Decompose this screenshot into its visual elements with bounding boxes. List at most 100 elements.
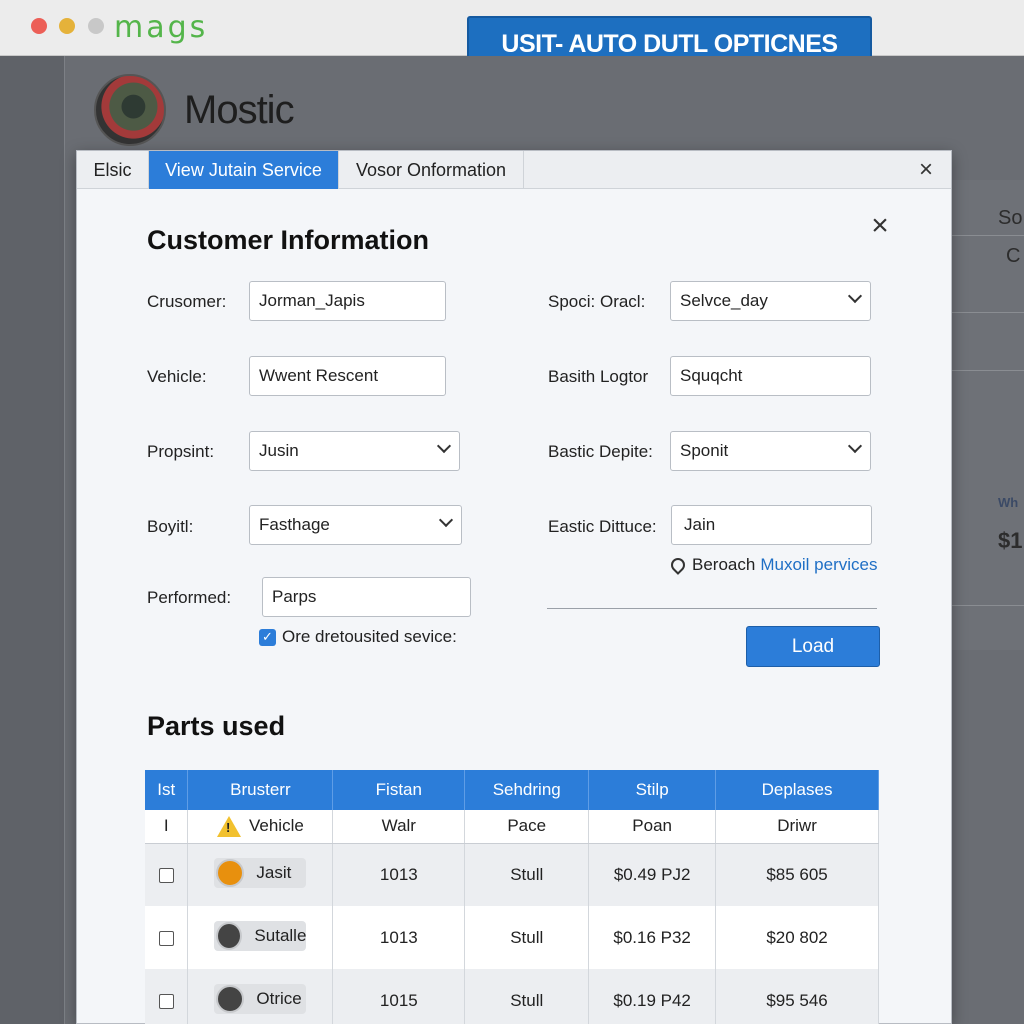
subheader-cell: Driwr [715, 810, 879, 844]
profile-name: Mostic [184, 88, 295, 132]
column-header[interactable]: Ist [145, 770, 189, 810]
status-pill: Jasit [214, 857, 307, 888]
chevron-down-icon [847, 288, 863, 304]
service-dialog: Elsic View Jutain Service Vosor Onformat… [76, 150, 952, 1024]
column-header[interactable]: Stilp [588, 770, 717, 810]
window-zoom-dot[interactable] [88, 18, 104, 34]
avatar [94, 74, 166, 146]
performed-field[interactable]: Parps [262, 577, 471, 617]
warning-icon [217, 815, 241, 837]
dialog-tab-bar: Elsic View Jutain Service Vosor Onformat… [77, 151, 951, 189]
services-link[interactable]: Muxoil pervices [760, 555, 877, 575]
table-cell: Stull [464, 906, 590, 969]
table-cell: $20 802 [715, 906, 879, 969]
customer-value: Jorman_Japis [259, 291, 365, 310]
row-checkbox-cell [145, 843, 189, 906]
background-divider [952, 370, 1024, 371]
tab-view-service[interactable]: View Jutain Service [149, 151, 339, 189]
bastic-depite-value: Sponit [680, 441, 729, 460]
eastic-dittuce-label: Eastic Dittuce: [548, 517, 657, 536]
subheader-cell: Poan [588, 810, 717, 844]
name-cell: Sutalle [187, 906, 334, 969]
status-pill: Sutalle [214, 920, 307, 951]
background-col-heading: So [998, 207, 1023, 229]
divider [547, 608, 877, 609]
table-subheader-row: I Vehicle Walr Pace Poan Driwr [145, 810, 879, 844]
tab-vosor-information[interactable]: Vosor Onformation [339, 151, 524, 189]
status-dot-icon [216, 858, 245, 887]
table-cell: 1015 [332, 969, 466, 1024]
performed-label: Performed: [147, 588, 232, 607]
bastic-depite-select[interactable]: Sponit [670, 431, 871, 471]
table-cell: $0.19 P42 [588, 969, 717, 1024]
section-close-icon[interactable]: × [867, 209, 893, 242]
background-divider [952, 312, 1024, 313]
table-header-row: Ist Brusterr Fistan Sehdring Stilp Depla… [145, 770, 879, 810]
vehicle-field[interactable]: Wwent Rescent [249, 356, 446, 396]
table-cell: 1013 [332, 843, 466, 906]
propsint-value: Jusin [259, 441, 299, 460]
name-cell: Jasit [187, 843, 334, 906]
subheader-cell: Walr [332, 810, 466, 844]
load-button[interactable]: Load [746, 626, 880, 667]
table-row[interactable]: Sutalle 1013 Stull $0.16 P32 $20 802 [145, 906, 879, 969]
subheader-cell: Vehicle [187, 810, 334, 844]
customer-label: Crusomer: [147, 292, 227, 311]
status-dot-icon [216, 921, 243, 950]
chevron-down-icon [436, 438, 452, 454]
row-checkbox[interactable] [158, 993, 174, 1009]
row-checkbox[interactable] [158, 867, 174, 883]
basith-logtor-field[interactable]: Squqcht [670, 356, 871, 396]
spoci-oracl-label: Spoci: Oracl: [548, 292, 646, 311]
checkbox-label: Ore dretousited sevice: [282, 627, 457, 646]
status-pill: Otrice [214, 983, 307, 1014]
customer-info-title: Customer Information [147, 225, 430, 255]
table-row[interactable]: Jasit 1013 Stull $0.49 PJ2 $85 605 [145, 843, 879, 906]
parts-table: Ist Brusterr Fistan Sehdring Stilp Depla… [145, 770, 879, 1024]
boyitl-label: Boyitl: [147, 517, 194, 536]
spoci-oracl-value: Selvce_day [680, 291, 768, 310]
tab-elsic[interactable]: Elsic [77, 151, 149, 189]
column-header[interactable]: Sehdring [464, 770, 590, 810]
table-cell: 1013 [332, 906, 466, 969]
location-label: Beroach [692, 555, 756, 574]
table-cell: $0.16 P32 [588, 906, 717, 969]
dretousited-service-checkbox[interactable]: ✓ Ore dretousited sevice: [259, 627, 457, 647]
parts-used-title: Parts used [147, 711, 286, 741]
row-checkbox-cell [145, 969, 189, 1024]
chevron-down-icon [847, 438, 863, 454]
table-cell: $0.49 PJ2 [588, 843, 717, 906]
brand-logo-text: mags [114, 10, 209, 45]
subheader-cell: I [145, 810, 189, 844]
part-name: Otrice [256, 988, 302, 1008]
boyitl-select[interactable]: Fasthage [249, 505, 462, 545]
boyitl-value: Fasthage [259, 515, 330, 534]
table-cell: $85 605 [715, 843, 879, 906]
spoci-oracl-select[interactable]: Selvce_day [670, 281, 871, 321]
part-name: Sutalle [254, 925, 307, 945]
bastic-depite-label: Bastic Depite: [548, 442, 653, 461]
part-name: Jasit [256, 862, 292, 882]
column-header[interactable]: Brusterr [187, 770, 334, 810]
basith-logtor-label: Basith Logtor [548, 367, 649, 386]
column-header[interactable]: Deplases [715, 770, 879, 810]
chevron-down-icon [438, 512, 454, 528]
row-checkbox-cell [145, 906, 189, 969]
checkbox-checked-icon[interactable]: ✓ [259, 628, 276, 646]
propsint-select[interactable]: Jusin [249, 431, 460, 471]
name-cell: Otrice [187, 969, 334, 1024]
vehicle-value: Wwent Rescent [259, 366, 379, 385]
column-header[interactable]: Fistan [332, 770, 466, 810]
dialog-close-icon[interactable]: × [913, 156, 939, 183]
background-col-value: $1 [998, 528, 1023, 553]
window-minimize-dot[interactable] [59, 18, 75, 34]
eastic-dittuce-field[interactable]: Jain [671, 505, 872, 545]
customer-field[interactable]: Jorman_Japis [249, 281, 446, 321]
location-row: Beroach Muxoil pervices [668, 555, 877, 575]
window-close-dot[interactable] [31, 18, 47, 34]
row-checkbox[interactable] [158, 930, 174, 946]
background-divider [952, 235, 1024, 236]
table-row[interactable]: Otrice 1015 Stull $0.19 P42 $95 546 [145, 969, 879, 1024]
basith-logtor-value: Squqcht [680, 366, 743, 385]
subheader-cell: Pace [464, 810, 590, 844]
